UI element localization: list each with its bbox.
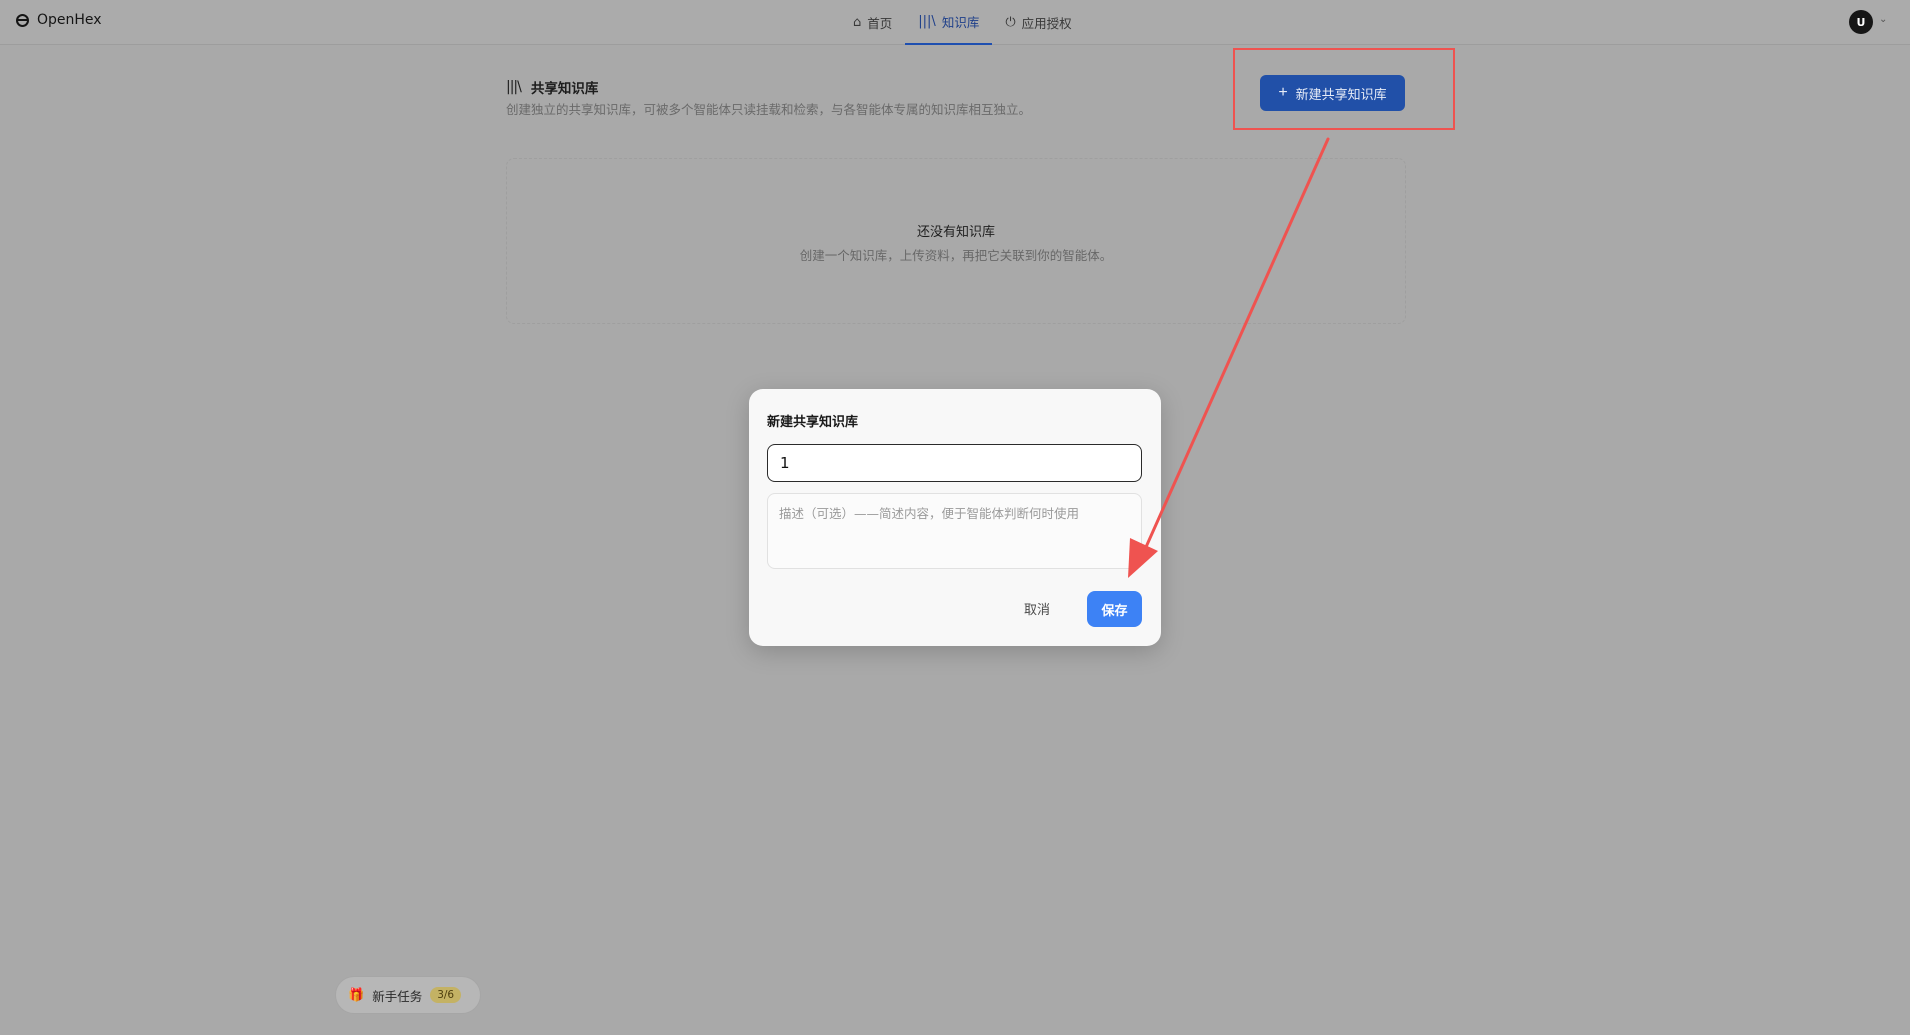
chevron-down-icon[interactable]: ⌄	[1879, 14, 1887, 25]
new-shared-kb-dialog: 新建共享知识库 取消 保存	[749, 389, 1161, 646]
page-description: 创建独立的共享知识库，可被多个智能体只读挂载和检索，与各智能体专属的知识库相互独…	[506, 102, 1032, 117]
onboarding-tasks-button[interactable]: 🎁 新手任务 3/6	[335, 976, 481, 1014]
brand[interactable]: OpenHex	[16, 12, 102, 28]
main-nav: ⌂ 首页 |||\ 知识库 ⏻ 应用授权	[840, 0, 1085, 45]
kb-name-input[interactable]	[767, 444, 1142, 482]
page-title: |||\ 共享知识库	[506, 77, 598, 97]
gift-icon: 🎁	[348, 987, 365, 1003]
tab-knowledge-base-label: 知识库	[941, 15, 980, 30]
openhex-logo-icon	[16, 13, 29, 27]
top-bar: OpenHex ⌂ 首页 |||\ 知识库 ⏻ 应用授权 U ⌄	[0, 0, 1910, 45]
onboarding-progress-badge: 3/6	[430, 987, 462, 1003]
cancel-button[interactable]: 取消	[1017, 592, 1057, 624]
annotation-highlight-box	[1233, 48, 1455, 130]
app-name: OpenHex	[37, 12, 102, 28]
kb-description-input[interactable]	[767, 493, 1142, 569]
tab-home-label: 首页	[867, 16, 893, 31]
library-icon: |||\	[506, 79, 522, 95]
tab-app-authorization-label: 应用授权	[1021, 16, 1072, 31]
onboarding-label: 新手任务	[372, 988, 423, 1004]
page-title-text: 共享知识库	[530, 81, 599, 97]
empty-state-title: 还没有知识库	[916, 225, 995, 240]
empty-state-subtitle: 创建一个知识库，上传资料，再把它关联到你的智能体。	[799, 248, 1113, 263]
dialog-title: 新建共享知识库	[767, 415, 859, 430]
save-button[interactable]: 保存	[1087, 591, 1142, 627]
tab-home[interactable]: ⌂ 首页	[840, 0, 905, 45]
library-icon: |||\	[918, 14, 936, 29]
tab-knowledge-base[interactable]: |||\ 知识库	[905, 0, 993, 45]
empty-state-card: 还没有知识库 创建一个知识库，上传资料，再把它关联到你的智能体。	[506, 158, 1406, 324]
tab-app-authorization[interactable]: ⏻ 应用授权	[992, 0, 1084, 45]
home-icon: ⌂	[853, 15, 862, 30]
avatar[interactable]: U	[1849, 10, 1873, 34]
plug-icon: ⏻	[1005, 15, 1016, 30]
